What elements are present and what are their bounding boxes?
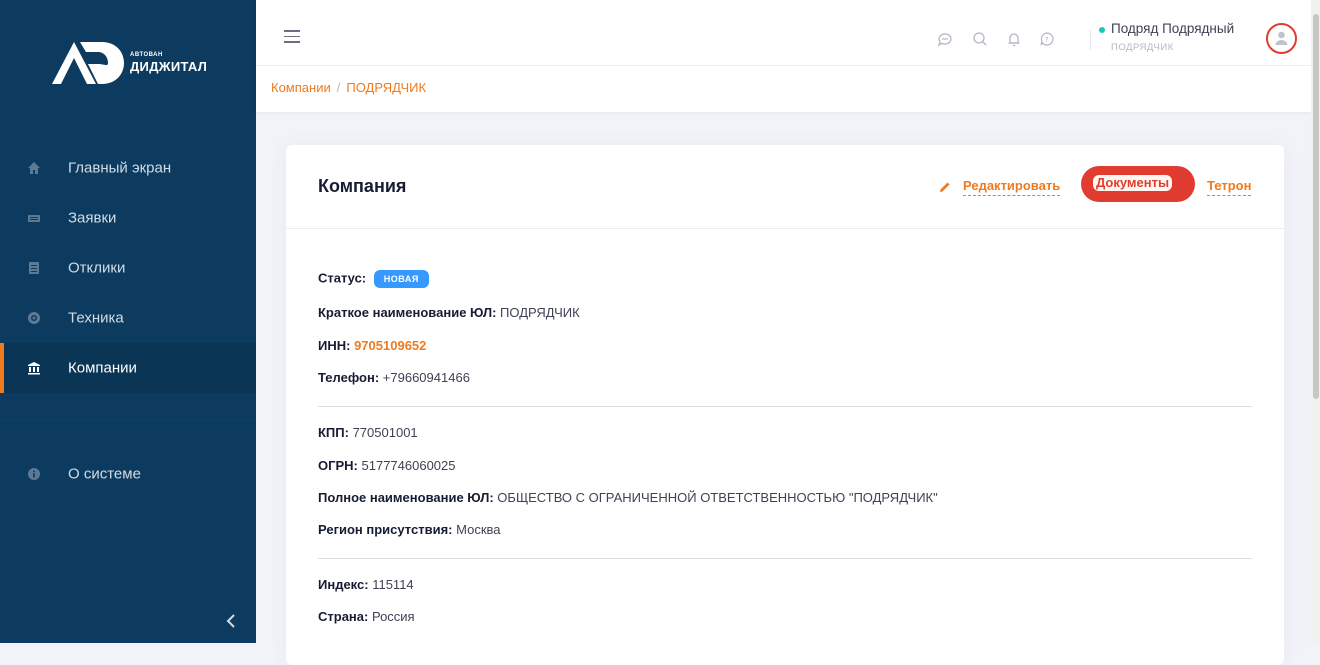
- breadcrumb: Компании / ПОДРЯДЧИК: [271, 80, 426, 95]
- field-label: ОГРН:: [318, 458, 358, 473]
- document-icon: [29, 262, 39, 274]
- card-title: Компания: [318, 176, 407, 196]
- field-country: Страна: Россия: [318, 609, 415, 624]
- field-kpp: КПП: 770501001: [318, 425, 418, 440]
- menu-toggle-button[interactable]: [284, 30, 300, 43]
- hamburger-icon-line: [284, 41, 300, 43]
- field-value: Россия: [371, 609, 415, 624]
- bell-icon[interactable]: [1005, 30, 1023, 48]
- sidebar-collapse-button[interactable]: [226, 612, 238, 628]
- pencil-icon: [940, 182, 950, 192]
- sidebar-item-label: Техника: [68, 309, 124, 327]
- breadcrumb-separator: /: [336, 80, 341, 95]
- sidebar-item-home[interactable]: Главный экран: [0, 143, 256, 193]
- disc-icon: [28, 312, 40, 324]
- sidebar: АВТОВАН ДИДЖИТАЛ Главный экран Заявки От…: [0, 0, 256, 643]
- online-status-dot: [1099, 27, 1105, 33]
- logo-text: ДИДЖИТАЛ: [130, 59, 208, 74]
- user-icon: [1275, 31, 1288, 45]
- status-badge: НОВАЯ: [373, 270, 429, 288]
- field-label: Телефон:: [318, 370, 380, 385]
- field-value: ОБЩЕСТВО С ОГРАНИЧЕННОЙ ОТВЕТСТВЕННОСТЬЮ…: [497, 490, 938, 505]
- chevron-left-icon: [226, 614, 235, 628]
- field-label: Страна:: [318, 609, 369, 624]
- search-icon[interactable]: [971, 30, 989, 48]
- field-label: КПП:: [318, 425, 349, 440]
- sidebar-item-label: Главный экран: [68, 159, 172, 177]
- field-phone: Телефон: +79660941466: [318, 370, 470, 385]
- breadcrumb-link-companies[interactable]: Компании: [271, 80, 331, 95]
- field-value: 115114: [372, 577, 414, 592]
- field-label: Статус:: [318, 270, 367, 286]
- header-separator: [256, 65, 1311, 66]
- field-label: ИНН:: [318, 338, 351, 353]
- tetron-button[interactable]: Тетрон: [1207, 178, 1252, 196]
- sidebar-divider: [0, 420, 256, 421]
- sidebar-item-equipment[interactable]: Техника: [0, 293, 256, 343]
- field-value: Москва: [456, 522, 501, 537]
- field-value: ПОДРЯДЧИК: [500, 305, 580, 320]
- sidebar-item-companies[interactable]: Компании: [0, 343, 256, 393]
- logo-text-small: АВТОВАН: [130, 52, 163, 58]
- section-divider: [318, 406, 1252, 407]
- field-full-name: Полное наименование ЮЛ: ОБЩЕСТВО С ОГРАН…: [318, 490, 938, 505]
- field-region: Регион присутствия: Москва: [318, 522, 501, 537]
- sidebar-nav: Главный экран Заявки Отклики Техника Ком…: [0, 143, 256, 393]
- inn-link[interactable]: 9705109652: [354, 338, 426, 353]
- field-index: Индекс: 115114: [318, 577, 414, 592]
- section-divider: [318, 558, 1252, 559]
- header-divider: [1090, 30, 1091, 50]
- field-label: Полное наименование ЮЛ:: [318, 490, 494, 505]
- sidebar-item-label: Заявки: [68, 209, 117, 227]
- field-label: Регион присутствия:: [318, 522, 453, 537]
- hamburger-icon-line: [284, 35, 300, 37]
- field-ogrn: ОГРН: 5177746060025: [318, 458, 456, 473]
- help-icon[interactable]: ?: [1038, 30, 1056, 48]
- user-name[interactable]: Подряд Подрядный: [1111, 21, 1234, 36]
- hamburger-icon: [284, 30, 300, 32]
- sidebar-item-label: Компании: [68, 359, 137, 377]
- card-header: Компания Редактировать Документы Тетрон: [286, 145, 1284, 229]
- company-card: Компания Редактировать Документы Тетрон …: [286, 145, 1284, 665]
- documents-button-highlight: Документы: [1081, 166, 1195, 202]
- home-icon: [28, 162, 40, 174]
- field-status: Статус: НОВАЯ: [318, 270, 429, 288]
- field-label: Индекс:: [318, 577, 369, 592]
- avatar[interactable]: [1266, 23, 1297, 54]
- sidebar-item-label: Отклики: [68, 259, 126, 277]
- ticket-icon: [28, 215, 40, 222]
- user-role: ПОДРЯДЧИК: [1111, 42, 1174, 53]
- logo-icon: [52, 42, 124, 84]
- field-label: Краткое наименование ЮЛ:: [318, 305, 497, 320]
- chat-icon[interactable]: [936, 30, 954, 48]
- field-value: +79660941466: [382, 370, 470, 385]
- bank-icon: [28, 362, 40, 375]
- documents-button[interactable]: Документы: [1093, 175, 1173, 191]
- info-icon: [28, 468, 40, 480]
- page-scrollbar-thumb[interactable]: [1313, 14, 1319, 399]
- sidebar-item-about[interactable]: О системе: [0, 449, 256, 499]
- svg-text:?: ?: [1045, 36, 1049, 44]
- sidebar-item-responses[interactable]: Отклики: [0, 243, 256, 293]
- field-value: 5177746060025: [361, 458, 456, 473]
- field-value: 770501001: [352, 425, 418, 440]
- breadcrumb-current: ПОДРЯДЧИК: [346, 80, 427, 95]
- header: ? Подряд Подрядный ПОДРЯДЧИК Компании / ПО…: [256, 0, 1311, 112]
- sidebar-item-label: О системе: [68, 465, 141, 483]
- field-short-name: Краткое наименование ЮЛ: ПОДРЯДЧИК: [318, 305, 580, 320]
- edit-button[interactable]: Редактировать: [963, 178, 1061, 196]
- field-inn: ИНН: 9705109652: [318, 338, 426, 353]
- sidebar-item-requests[interactable]: Заявки: [0, 193, 256, 243]
- logo[interactable]: АВТОВАН ДИДЖИТАЛ: [0, 0, 256, 120]
